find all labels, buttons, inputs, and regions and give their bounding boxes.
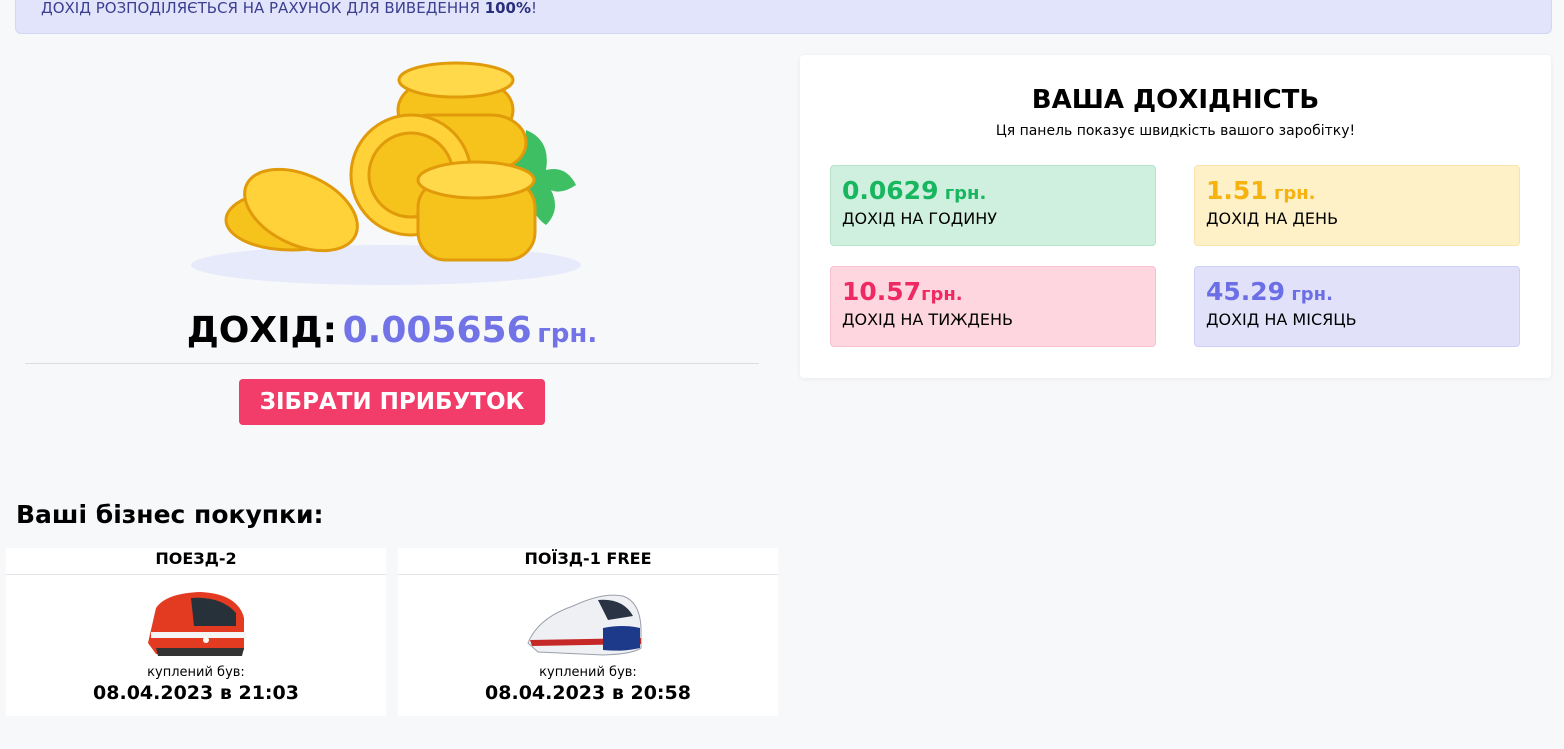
stat-week: 10.57грн. ДОХІД НА ТИЖДЕНЬ: [830, 266, 1156, 347]
income-notice-banner: ДОХІД РОЗПОДІЛЯЄТЬСЯ НА РАХУНОК ДЛЯ ВИВЕ…: [15, 0, 1552, 34]
purchase-name: ПОЕЗД-2: [6, 548, 386, 575]
stat-day-label: ДОХІД НА ДЕНЬ: [1206, 209, 1339, 228]
coin-pile-illustration: [191, 61, 581, 285]
profitability-panel: ВАША ДОХІДНІСТЬ Ця панель показує швидкі…: [800, 55, 1551, 378]
notice-tail: !: [531, 0, 538, 17]
purchase-date: 08.04.2023 в 20:58: [485, 682, 691, 704]
purchase-name: ПОЇЗД-1 FREE: [398, 548, 778, 575]
purchase-bought-label: куплений був:: [539, 665, 637, 680]
stat-day-unit: грн.: [1267, 183, 1316, 204]
stat-hour-unit: грн.: [938, 183, 987, 204]
panel-subtitle: Ця панель показує швидкість вашого зароб…: [995, 123, 1356, 139]
divider: [25, 363, 759, 364]
white-train-image: [527, 594, 642, 656]
stat-hour-label: ДОХІД НА ГОДИНУ: [842, 209, 998, 228]
stat-day: 1.51 грн. ДОХІД НА ДЕНЬ: [1194, 165, 1520, 246]
red-train-image: [148, 592, 246, 656]
purchase-date: 08.04.2023 в 21:03: [93, 682, 299, 704]
stat-month-unit: грн.: [1285, 284, 1333, 305]
stat-hour: 0.0629 грн. ДОХІД НА ГОДИНУ: [830, 165, 1156, 246]
stat-week-value: 10.57: [842, 277, 922, 306]
notice-text: ДОХІД РОЗПОДІЛЯЄТЬСЯ НА РАХУНОК ДЛЯ ВИВЕ…: [41, 0, 485, 17]
notice-percent: 100%: [484, 0, 531, 17]
stat-month-label: ДОХІД НА МІСЯЦЬ: [1206, 310, 1357, 329]
stat-week-label: ДОХІД НА ТИЖДЕНЬ: [842, 310, 1014, 329]
income-label: ДОХІД:: [186, 310, 338, 351]
stat-day-value: 1.51: [1206, 176, 1268, 205]
income-value: 0.005656: [342, 310, 532, 351]
stat-month-value: 45.29: [1206, 277, 1286, 306]
collect-profit-button[interactable]: ЗІБРАТИ ПРИБУТОК: [239, 379, 545, 425]
stat-month: 45.29 грн. ДОХІД НА МІСЯЦЬ: [1194, 266, 1520, 347]
stat-hour-value: 0.0629: [842, 176, 939, 205]
income-display: ДОХІД: 0.005656 грн.: [25, 310, 759, 351]
purchase-card[interactable]: ПОЕЗД-2 куплений був: 08.04.2023 в 21:03: [6, 548, 386, 716]
income-currency: грн.: [537, 319, 598, 349]
purchase-bought-label: куплений був:: [147, 665, 245, 680]
stat-week-unit: грн.: [921, 284, 963, 305]
purchase-card[interactable]: ПОЇЗД-1 FREE куплений був: 08.04.2023 в …: [398, 548, 778, 716]
purchases-title: Ваші бізнес покупки:: [16, 500, 324, 529]
panel-title: ВАША ДОХІДНІСТЬ: [1031, 85, 1320, 115]
